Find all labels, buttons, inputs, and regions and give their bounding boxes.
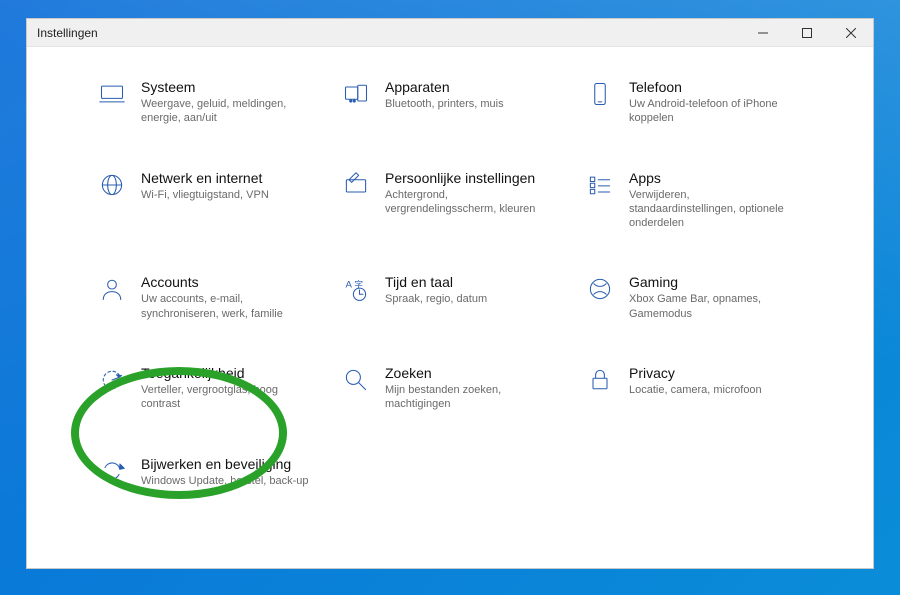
settings-window: Instellingen Systeem Weergave, geluid, m… [26,18,874,569]
tile-sub: Locatie, camera, microfoon [629,383,762,397]
window-title: Instellingen [37,26,98,40]
tile-sub: Achtergrond, vergrendelingsscherm, kleur… [385,188,555,217]
tile-gaming[interactable]: Gaming Xbox Game Bar, opnames, Gamemodus [585,274,803,321]
devices-icon [341,79,371,109]
tile-system[interactable]: Systeem Weergave, geluid, meldingen, ene… [97,79,315,126]
ease-of-access-icon [97,365,127,395]
window-controls [741,19,873,46]
svg-text:字: 字 [354,279,363,290]
tile-sub: Uw Android-telefoon of iPhone koppelen [629,97,799,126]
tile-apps[interactable]: Apps Verwijderen, standaardinstellingen,… [585,170,803,231]
lock-icon [585,365,615,395]
tile-title: Bijwerken en beveiliging [141,456,309,472]
svg-text:A: A [346,280,353,291]
tile-privacy[interactable]: Privacy Locatie, camera, microfoon [585,365,803,412]
xbox-icon [585,274,615,304]
close-button[interactable] [829,19,873,46]
tile-sub: Mijn bestanden zoeken, machtigingen [385,383,555,412]
tile-sub: Spraak, regio, datum [385,292,487,306]
tile-title: Apps [629,170,799,186]
minimize-button[interactable] [741,19,785,46]
tile-search[interactable]: Zoeken Mijn bestanden zoeken, machtiging… [341,365,559,412]
tile-title: Accounts [141,274,311,290]
time-language-icon: A字 [341,274,371,304]
tile-title: Privacy [629,365,762,381]
maximize-button[interactable] [785,19,829,46]
tile-title: Toegankelijkheid [141,365,311,381]
system-icon [97,79,127,109]
tile-title: Persoonlijke instellingen [385,170,555,186]
apps-list-icon [585,170,615,200]
tile-sub: Uw accounts, e-mail, synchroniseren, wer… [141,292,311,321]
tile-sub: Windows Update, herstel, back-up [141,474,309,488]
phone-icon [585,79,615,109]
tile-sub: Verwijderen, standaardinstellingen, opti… [629,188,799,231]
tile-time-language[interactable]: A字 Tijd en taal Spraak, regio, datum [341,274,559,321]
pen-monitor-icon [341,170,371,200]
tile-phone[interactable]: Telefoon Uw Android-telefoon of iPhone k… [585,79,803,126]
tile-ease-of-access[interactable]: Toegankelijkheid Verteller, vergrootglas… [97,365,315,412]
tile-sub: Weergave, geluid, meldingen, energie, aa… [141,97,311,126]
tile-update-security[interactable]: Bijwerken en beveiliging Windows Update,… [97,456,315,488]
tile-sub: Xbox Game Bar, opnames, Gamemodus [629,292,799,321]
tile-title: Systeem [141,79,311,95]
tile-title: Netwerk en internet [141,170,269,186]
tile-title: Telefoon [629,79,799,95]
titlebar: Instellingen [27,19,873,47]
tile-title: Gaming [629,274,799,290]
sync-icon [97,456,127,486]
tile-title: Zoeken [385,365,555,381]
tile-sub: Bluetooth, printers, muis [385,97,504,111]
tile-devices[interactable]: Apparaten Bluetooth, printers, muis [341,79,559,126]
settings-grid: Systeem Weergave, geluid, meldingen, ene… [97,79,803,488]
tile-title: Tijd en taal [385,274,487,290]
tile-personalization[interactable]: Persoonlijke instellingen Achtergrond, v… [341,170,559,231]
tile-sub: Verteller, vergrootglas, hoog contrast [141,383,311,412]
globe-icon [97,170,127,200]
tile-network[interactable]: Netwerk en internet Wi-Fi, vliegtuigstan… [97,170,315,231]
tile-sub: Wi-Fi, vliegtuigstand, VPN [141,188,269,202]
person-icon [97,274,127,304]
tile-title: Apparaten [385,79,504,95]
search-icon [341,365,371,395]
tile-accounts[interactable]: Accounts Uw accounts, e-mail, synchronis… [97,274,315,321]
settings-content: Systeem Weergave, geluid, meldingen, ene… [27,47,873,568]
